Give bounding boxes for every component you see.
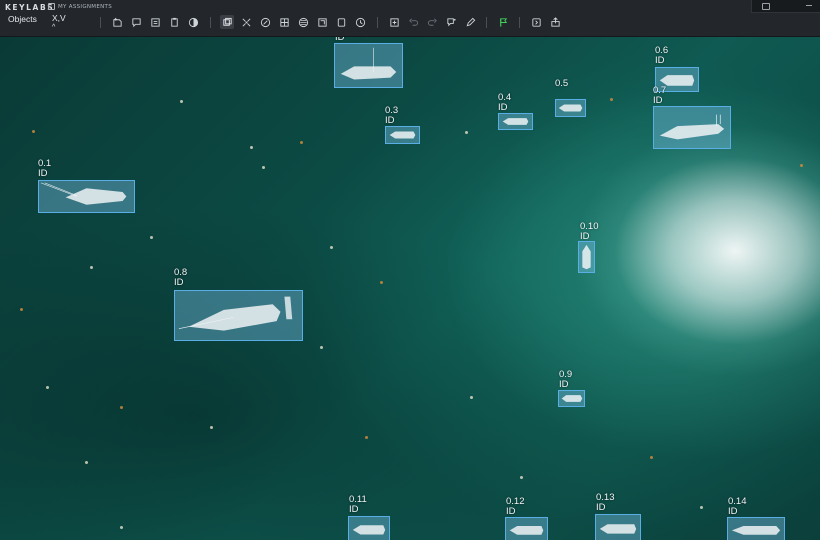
objects-tab[interactable]: Objects [8, 14, 37, 24]
export-icon[interactable] [529, 15, 543, 29]
flag-icon[interactable] [496, 15, 510, 29]
top-toolbar: KEYLABS MY ASSIGNMENTS Objects X,V ^ [0, 0, 820, 37]
buoy [365, 436, 368, 439]
xv-caret-icon[interactable]: ^ [52, 24, 55, 31]
ruler-box-icon[interactable] [315, 15, 329, 29]
toolbar-separator [210, 17, 211, 28]
annotation-label-0-3: 0.3 ID [385, 105, 399, 126]
add-icon[interactable] [387, 15, 401, 29]
pencil-icon[interactable] [463, 15, 477, 29]
toolbar-separator [519, 17, 520, 28]
buoy [150, 236, 153, 239]
buoy [470, 396, 473, 399]
keypoints-icon[interactable] [239, 15, 253, 29]
toolbar-separator [100, 17, 101, 28]
window-controls [751, 0, 820, 13]
buoy [650, 456, 653, 459]
bounding-box-0-1[interactable] [38, 180, 135, 213]
segment-icon[interactable] [296, 15, 310, 29]
annotation-label-0-7: 0.7 ID [653, 85, 667, 106]
my-assignments-link[interactable]: MY ASSIGNMENTS [48, 3, 112, 10]
xv-toggle[interactable]: X,V [52, 14, 66, 23]
buoy [20, 308, 23, 311]
buoy [120, 526, 123, 529]
bounding-box-icon[interactable] [220, 15, 234, 29]
bounding-box-0-8[interactable] [174, 290, 303, 341]
my-assignments-label: MY ASSIGNMENTS [58, 3, 112, 10]
bounding-box-0-4[interactable] [498, 113, 533, 130]
buoy [330, 246, 333, 249]
buoy [800, 164, 803, 167]
buoy [465, 131, 468, 134]
buoy [320, 346, 323, 349]
restore-icon[interactable] [762, 3, 770, 10]
bounding-box-0-12[interactable] [505, 517, 548, 540]
polygon-tool-icon[interactable] [110, 15, 124, 29]
annotation-label-0-13: 0.13 ID [596, 492, 615, 513]
contrast-icon[interactable] [186, 15, 200, 29]
buoy [85, 461, 88, 464]
annotation-label-0-14: 0.14 ID [728, 496, 747, 517]
bounding-box-0-2[interactable] [334, 43, 403, 88]
notes-icon[interactable] [148, 15, 162, 29]
annotation-label-0-9: 0.9 ID [559, 369, 573, 390]
buoy [380, 281, 383, 284]
bounding-box-0-7[interactable] [653, 106, 731, 149]
frame-icon[interactable] [334, 15, 348, 29]
magic-icon[interactable] [444, 15, 458, 29]
assignments-icon [48, 3, 55, 10]
bounding-box-0-14[interactable] [727, 517, 785, 540]
annotation-label-0-8: 0.8 ID [174, 267, 188, 288]
bounding-box-0-5[interactable] [555, 99, 586, 117]
history-icon[interactable] [353, 15, 367, 29]
buoy [90, 266, 93, 269]
undo-icon[interactable] [406, 15, 420, 29]
annotation-label-0-4: 0.4 ID [498, 92, 512, 113]
toolbar-separator [377, 17, 378, 28]
buoy [210, 426, 213, 429]
share-icon[interactable] [548, 15, 562, 29]
redo-icon[interactable] [425, 15, 439, 29]
annotation-app: KEYLABS MY ASSIGNMENTS Objects X,V ^ 0.1… [0, 0, 820, 540]
buoy [520, 476, 523, 479]
buoy [120, 406, 123, 409]
bounding-box-0-11[interactable] [348, 516, 390, 540]
bounding-box-0-13[interactable] [595, 514, 641, 540]
brand-logo: KEYLABS [5, 3, 55, 12]
annotation-label-0-12: 0.12 ID [506, 496, 525, 517]
clipboard-icon[interactable] [167, 15, 181, 29]
bounding-box-0-10[interactable] [578, 241, 595, 273]
annotation-label-0-10: 0.10 ID [580, 221, 599, 242]
bounding-box-0-3[interactable] [385, 126, 420, 144]
bounding-box-0-9[interactable] [558, 390, 585, 407]
buoy [32, 130, 35, 133]
brush-icon[interactable] [258, 15, 272, 29]
buoy [610, 98, 613, 101]
grid-icon[interactable] [277, 15, 291, 29]
buoy [46, 386, 49, 389]
annotation-label-0-1: 0.1 ID [38, 158, 52, 179]
buoy [262, 166, 265, 169]
buoy [700, 506, 703, 509]
image-canvas[interactable]: 0.1 ID ID 0.3 ID 0.4 ID 0.5 0.6 ID 0.7 ID [0, 33, 820, 540]
buoy [250, 146, 253, 149]
minimize-icon[interactable] [806, 5, 812, 6]
buoy [180, 100, 183, 103]
comment-icon[interactable] [129, 15, 143, 29]
toolbar-separator [486, 17, 487, 28]
annotation-label-0-5: 0.5 [555, 78, 569, 89]
buoy [300, 141, 303, 144]
annotation-label-0-11: 0.11 ID [349, 494, 367, 515]
annotation-label-0-6: 0.6 ID [655, 45, 669, 66]
